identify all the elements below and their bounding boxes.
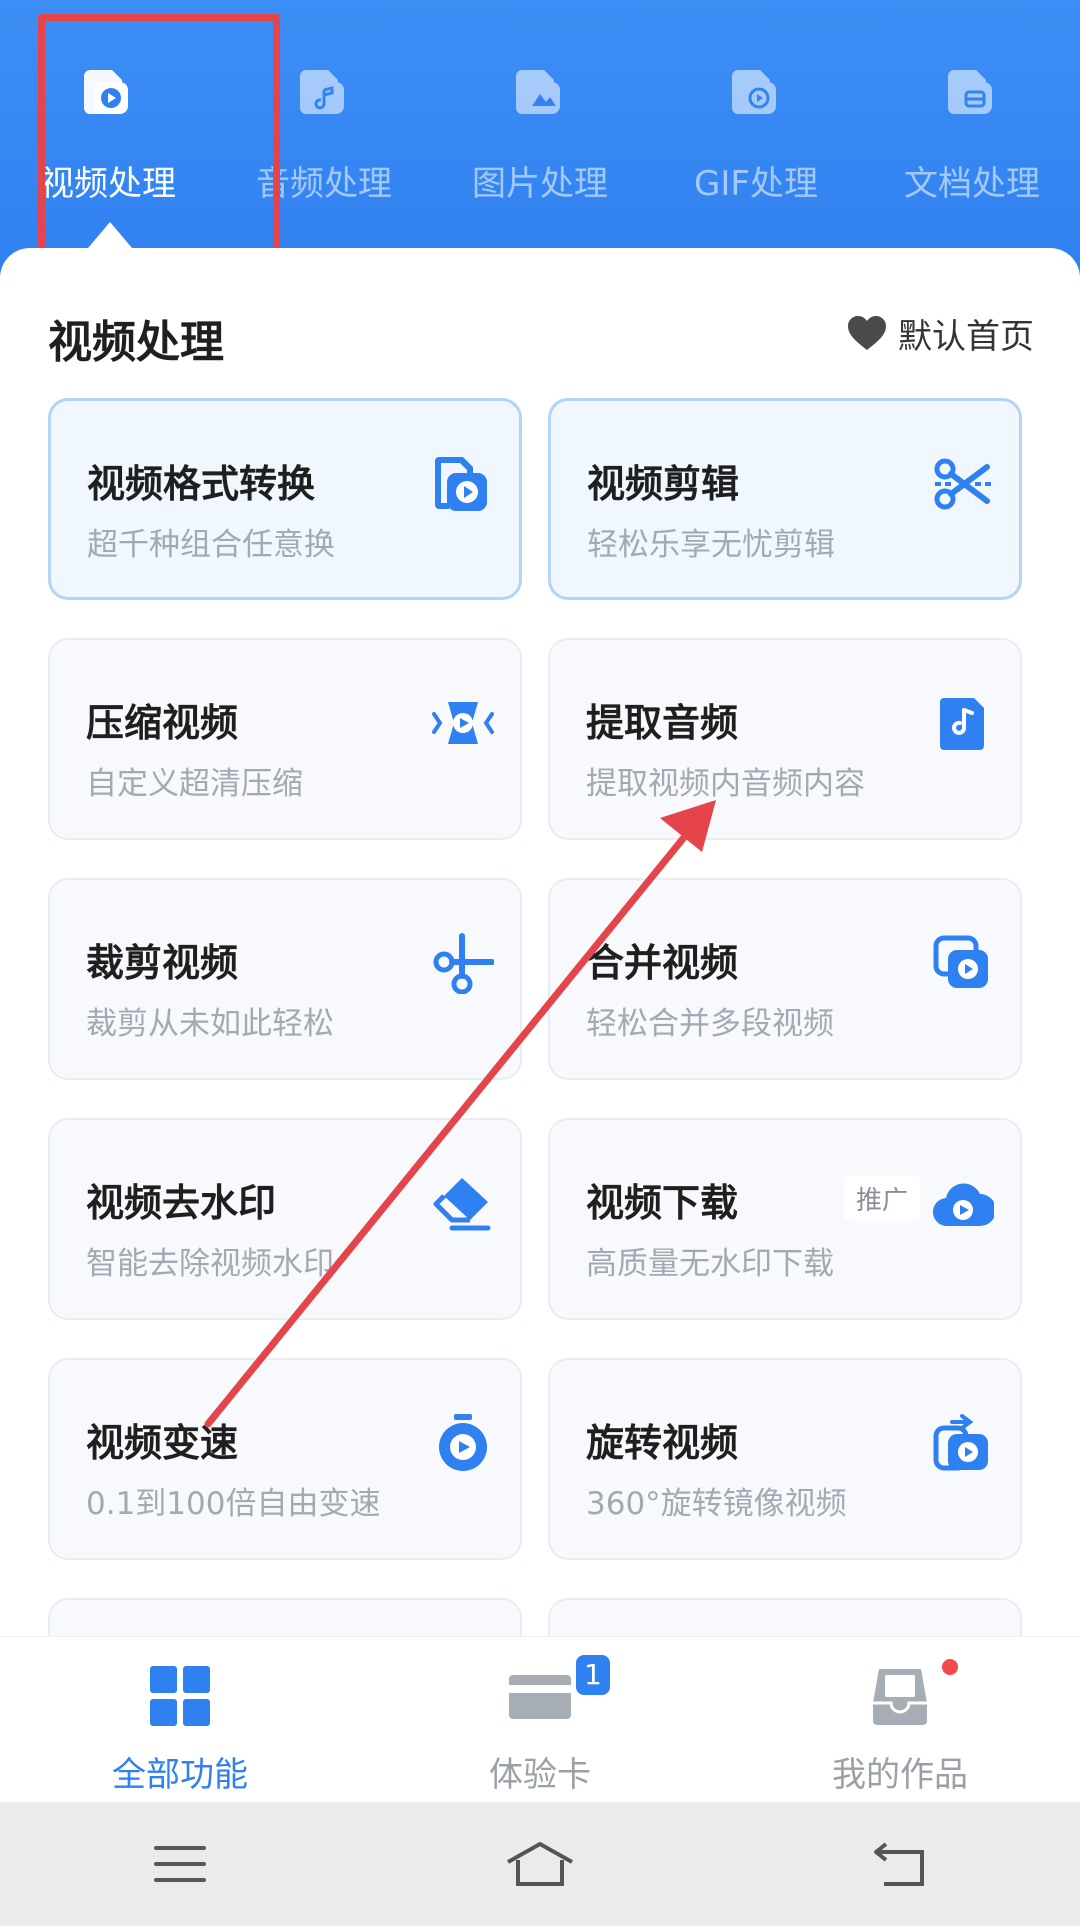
system-menu-button[interactable]	[120, 1824, 240, 1904]
card-icon	[509, 1675, 571, 1719]
menu-icon	[154, 1846, 206, 1882]
tab-label: 视频处理	[40, 164, 176, 204]
tab-image-processing[interactable]: 图片处理	[432, 0, 648, 250]
content-sheet: 视频处理 默认首页 视频格式转换 超千种组合任意换 视频剪辑 轻松乐享无忧剪辑 …	[0, 248, 1080, 1638]
nav-all-features[interactable]: 全部功能	[0, 1637, 360, 1802]
nav-trial-card[interactable]: 1 体验卡	[360, 1637, 720, 1802]
card-title: 视频下载	[586, 1181, 739, 1225]
compress-icon	[432, 702, 494, 744]
scissors-icon	[934, 458, 991, 510]
card-subtitle: 轻松乐享无忧剪辑	[587, 527, 835, 563]
card-title: 视频格式转换	[87, 462, 316, 506]
tab-audio-processing[interactable]: 音频处理	[216, 0, 432, 250]
card-subtitle: 超千种组合任意换	[87, 527, 335, 563]
active-tab-caret	[88, 222, 132, 248]
card-subtitle: 提取视频内音频内容	[586, 766, 865, 802]
category-tabs: 视频处理 音频处理 图片处理 GIF处理 文档处理	[0, 0, 1080, 250]
card-title: 视频去水印	[86, 1181, 277, 1225]
inbox-icon	[873, 1669, 927, 1725]
card-subtitle: 0.1到100倍自由变速	[86, 1486, 381, 1522]
card-title: 旋转视频	[586, 1421, 739, 1465]
card-video-edit[interactable]: 视频剪辑 轻松乐享无忧剪辑	[548, 398, 1022, 600]
tab-label: 图片处理	[472, 164, 608, 204]
rotate-video-icon	[933, 1414, 988, 1471]
nav-my-works[interactable]: 我的作品	[720, 1637, 1080, 1802]
card-title: 视频剪辑	[587, 462, 740, 506]
home-icon	[507, 1842, 573, 1886]
eraser-icon	[433, 1178, 491, 1231]
card-subtitle: 智能去除视频水印	[86, 1246, 334, 1282]
nav-label: 全部功能	[112, 1755, 248, 1795]
notification-badge: 1	[576, 1655, 610, 1695]
heart-icon	[848, 316, 886, 350]
card-title: 合并视频	[586, 941, 739, 985]
default-home-button[interactable]: 默认首页	[846, 308, 1034, 358]
card-subtitle: 360°旋转镜像视频	[586, 1486, 847, 1522]
music-file-icon	[940, 698, 984, 750]
document-file-icon	[948, 70, 992, 114]
card-crop-video[interactable]: 裁剪视频 裁剪从未如此轻松	[48, 878, 522, 1080]
card-video-download[interactable]: 视频下载 高质量无水印下载 推广	[548, 1118, 1022, 1320]
card-subtitle: 轻松合并多段视频	[586, 1006, 834, 1042]
tab-video-processing[interactable]: 视频处理	[0, 0, 216, 250]
tab-label: 音频处理	[256, 164, 392, 204]
system-home-button[interactable]	[480, 1824, 600, 1904]
grid-icon	[150, 1666, 210, 1726]
card-title: 提取音频	[586, 701, 739, 745]
card-title: 裁剪视频	[86, 941, 239, 985]
tab-document-processing[interactable]: 文档处理	[864, 0, 1080, 250]
bottom-nav: 全部功能 1 体验卡 我的作品	[0, 1636, 1080, 1802]
default-home-label: 默认首页	[898, 316, 1034, 357]
unread-dot	[942, 1659, 958, 1675]
tab-label: GIF处理	[694, 164, 818, 204]
card-title: 压缩视频	[86, 701, 239, 745]
stopwatch-icon	[439, 1414, 487, 1471]
card-video-format-convert[interactable]: 视频格式转换 超千种组合任意换	[48, 398, 522, 600]
merge-video-icon	[933, 935, 988, 988]
nav-label: 体验卡	[489, 1755, 591, 1795]
image-file-icon	[516, 70, 560, 114]
card-title: 视频变速	[86, 1421, 239, 1465]
card-extract-audio[interactable]: 提取音频 提取视频内音频内容	[548, 638, 1022, 840]
card-merge-video[interactable]: 合并视频 轻松合并多段视频	[548, 878, 1022, 1080]
card-remove-watermark[interactable]: 视频去水印 智能去除视频水印	[48, 1118, 522, 1320]
card-subtitle: 裁剪从未如此轻松	[86, 1006, 334, 1042]
tab-label: 文档处理	[904, 164, 1040, 204]
card-partial[interactable]	[48, 1598, 522, 1638]
card-partial[interactable]	[548, 1598, 1022, 1638]
app-screen: 视频处理 音频处理 图片处理 GIF处理 文档处理 视频处理 默认首页 视频格式…	[0, 0, 1080, 1926]
back-icon	[874, 1842, 924, 1886]
audio-file-icon	[300, 70, 344, 114]
video-file-icon	[84, 70, 128, 114]
nav-label: 我的作品	[832, 1755, 968, 1795]
cloud-download-icon	[932, 1183, 994, 1227]
section-title: 视频处理	[48, 317, 224, 368]
promo-tag: 推广	[843, 1176, 920, 1221]
tab-gif-processing[interactable]: GIF处理	[648, 0, 864, 250]
crop-scissors-icon	[433, 933, 494, 994]
card-subtitle: 自定义超清压缩	[86, 766, 303, 802]
video-convert-icon	[435, 457, 487, 511]
card-compress-video[interactable]: 压缩视频 自定义超清压缩	[48, 638, 522, 840]
system-nav-bar	[0, 1802, 1080, 1926]
card-rotate-video[interactable]: 旋转视频 360°旋转镜像视频	[548, 1358, 1022, 1560]
gif-file-icon	[732, 70, 776, 114]
card-video-speed[interactable]: 视频变速 0.1到100倍自由变速	[48, 1358, 522, 1560]
card-subtitle: 高质量无水印下载	[586, 1246, 834, 1282]
system-back-button[interactable]	[840, 1824, 960, 1904]
